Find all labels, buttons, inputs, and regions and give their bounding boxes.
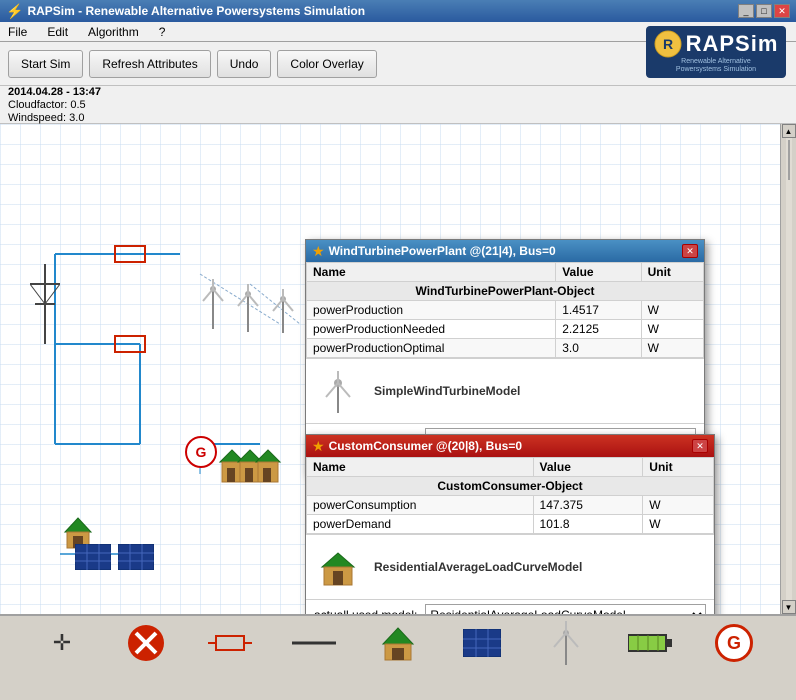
consumer-section-header: CustomConsumer-Object [307, 477, 714, 496]
wind-row1-name: powerProduction [307, 301, 556, 320]
consumer-dialog-close[interactable]: ✕ [692, 439, 708, 453]
wind-row3-value: 3.0 [556, 339, 641, 358]
scroll-thumb[interactable] [788, 140, 790, 180]
minimize-button[interactable]: _ [738, 4, 754, 18]
consumer-col-name: Name [307, 458, 534, 477]
solar-panel-1[interactable] [75, 544, 111, 573]
wind-row1-unit: W [641, 301, 703, 320]
wind-row3-unit: W [641, 339, 703, 358]
wind-turbine-1[interactable] [195, 279, 231, 332]
consumer-model-row: ResidentialAverageLoadCurveModel [306, 534, 714, 599]
consumer-model-name: ResidentialAverageLoadCurveModel [374, 560, 582, 574]
wind-speed: Windspeed: 3.0 [8, 112, 788, 124]
table-row: powerProductionOptimal 3.0 W [307, 339, 704, 358]
cloud-factor: Cloudfactor: 0.5 [8, 99, 788, 111]
wind-col-name: Name [307, 263, 556, 282]
transmission-tower [30, 264, 60, 347]
bottom-toolbar: ✛ [0, 614, 796, 670]
consumer-row1-name: powerConsumption [307, 496, 534, 515]
refresh-attributes-button[interactable]: Refresh Attributes [89, 50, 210, 78]
scroll-up-button[interactable]: ▲ [782, 124, 796, 138]
wind-col-value: Value [556, 263, 641, 282]
consumer-row2-value: 101.8 [533, 515, 643, 534]
consumer-dialog-star: ★ [312, 438, 325, 455]
consumer-row2-unit: W [643, 515, 714, 534]
app-icon: ⚡ [6, 3, 23, 20]
move-tool[interactable]: ✛ [40, 621, 84, 665]
wind-turbine-2[interactable] [230, 284, 266, 335]
wind-properties-table: Name Value Unit WindTurbinePowerPlant-Ob… [306, 262, 704, 358]
wind-dialog-star: ★ [312, 243, 325, 260]
wind-row2-name: powerProductionNeeded [307, 320, 556, 339]
menu-algorithm[interactable]: Algorithm [84, 24, 143, 40]
wind-col-unit: Unit [641, 263, 703, 282]
maximize-button[interactable]: □ [756, 4, 772, 18]
wind-model-row: SimpleWindTurbineModel [306, 358, 704, 423]
main-canvas: G [0, 124, 796, 614]
window-controls: _ □ ✕ [738, 4, 790, 18]
generator-tool[interactable]: G [712, 621, 756, 665]
consumer-model-select-label: actuall used model: [314, 608, 417, 614]
scroll-down-button[interactable]: ▼ [782, 600, 796, 614]
consumer-model-icon [314, 543, 362, 591]
consumer-row1-unit: W [643, 496, 714, 515]
wind-model-name: SimpleWindTurbineModel [374, 384, 520, 398]
consumer-model-select-row: actuall used model: ResidentialAverageLo… [306, 599, 714, 614]
menu-help[interactable]: ? [155, 24, 170, 40]
color-overlay-button[interactable]: Color Overlay [277, 50, 376, 78]
consumer-dialog: ★ CustomConsumer @(20|8), Bus=0 ✕ Name V… [305, 434, 715, 614]
consumer-col-unit: Unit [643, 458, 714, 477]
house-tool[interactable] [376, 621, 420, 665]
consumer-col-value: Value [533, 458, 643, 477]
wind-dialog-close[interactable]: ✕ [682, 244, 698, 258]
table-row: powerConsumption 147.375 W [307, 496, 714, 515]
house-cluster[interactable] [212, 440, 292, 491]
canvas-scrollbar[interactable]: ▲ ▼ [780, 124, 796, 614]
logo-subtitle: Renewable Alternative Powersystems Simul… [671, 58, 761, 75]
consumer-row1-value: 147.375 [533, 496, 643, 515]
wind-model-icon [314, 367, 362, 415]
undo-button[interactable]: Undo [217, 50, 272, 78]
wind-row1-value: 1.4517 [556, 301, 641, 320]
wind-row3-name: powerProductionOptimal [307, 339, 556, 358]
wind-row2-unit: W [641, 320, 703, 339]
window-title: RAPSim - Renewable Alternative Powersyst… [27, 4, 365, 18]
wind-dialog-title: WindTurbinePowerPlant @(21|4), Bus=0 [329, 244, 556, 258]
table-row: powerProductionNeeded 2.2125 W [307, 320, 704, 339]
consumer-row2-name: powerDemand [307, 515, 534, 534]
consumer-properties-table: Name Value Unit CustomConsumer-Object po… [306, 457, 714, 534]
solar-panel-2[interactable] [118, 544, 154, 573]
wire-tool[interactable] [292, 621, 336, 665]
title-bar: ⚡ RAPSim - Renewable Alternative Powersy… [0, 0, 796, 22]
turbine-tool[interactable] [544, 621, 588, 665]
table-row: powerDemand 101.8 W [307, 515, 714, 534]
close-button[interactable]: ✕ [774, 4, 790, 18]
delete-tool[interactable] [124, 621, 168, 665]
logo-text: RAPSim [686, 31, 779, 57]
table-row: powerProduction 1.4517 W [307, 301, 704, 320]
wind-dialog-titlebar[interactable]: ★ WindTurbinePowerPlant @(21|4), Bus=0 ✕ [306, 240, 704, 262]
wind-section-header: WindTurbinePowerPlant-Object [307, 282, 704, 301]
wind-turbine-3[interactable] [265, 289, 301, 336]
consumer-dialog-titlebar[interactable]: ★ CustomConsumer @(20|8), Bus=0 ✕ [306, 435, 714, 457]
menu-edit[interactable]: Edit [43, 24, 72, 40]
logo-icon: R [654, 30, 682, 58]
menu-file[interactable]: File [4, 24, 31, 40]
status-area: 2014.04.28 - 13:47 Cloudfactor: 0.5 Wind… [0, 86, 796, 124]
start-sim-button[interactable]: Start Sim [8, 50, 83, 78]
resistor-tool[interactable] [208, 621, 252, 665]
timestamp: 2014.04.28 - 13:47 [8, 86, 788, 98]
scroll-track [786, 138, 792, 600]
generator-tool-icon: G [715, 624, 753, 662]
wind-row2-value: 2.2125 [556, 320, 641, 339]
svg-text:R: R [663, 36, 673, 52]
battery-tool[interactable] [628, 621, 672, 665]
consumer-model-select[interactable]: ResidentialAverageLoadCurveModel [425, 604, 706, 614]
logo: R RAPSim Renewable Alternative Powersyst… [646, 26, 787, 79]
consumer-dialog-content: Name Value Unit CustomConsumer-Object po… [306, 457, 714, 614]
logo-area: R RAPSim Renewable Alternative Powersyst… [666, 22, 766, 82]
consumer-dialog-title: CustomConsumer @(20|8), Bus=0 [329, 439, 522, 453]
solar-tool[interactable] [460, 621, 504, 665]
